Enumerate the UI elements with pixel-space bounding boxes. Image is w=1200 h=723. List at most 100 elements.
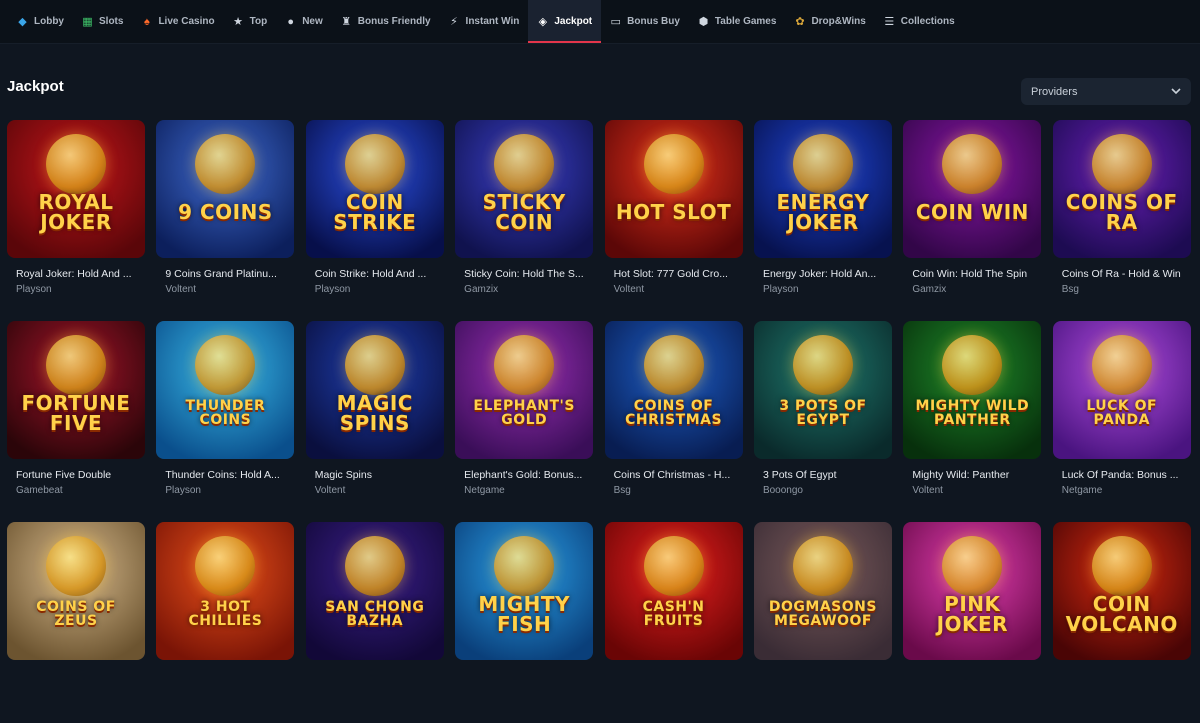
nav-item-drop-wins[interactable]: ✿ Drop&Wins	[785, 0, 874, 43]
game-art-coin	[344, 536, 405, 596]
game-card[interactable]: FORTUNE FIVE Fortune Five Double Gamebeat	[7, 321, 145, 522]
game-thumbnail[interactable]: COINS OF RA	[1052, 120, 1191, 258]
game-thumbnail[interactable]: HOT SLOT	[604, 120, 743, 258]
game-provider: Netgame	[1061, 485, 1103, 496]
game-thumbnail[interactable]: 9 COINS	[156, 120, 295, 258]
game-art-coin	[643, 335, 704, 395]
game-title[interactable]: 3 Pots Of Egypt	[754, 469, 892, 481]
providers-dropdown[interactable]: Providers	[1021, 78, 1191, 105]
game-card[interactable]: MIGHTY FISH	[455, 522, 594, 723]
game-card[interactable]: PINK JOKER	[903, 522, 1042, 723]
game-card[interactable]: MAGIC SPINS Magic Spins Voltent	[305, 321, 444, 522]
nav-item-top[interactable]: ★ Top	[224, 0, 277, 43]
game-card[interactable]: ENERGY JOKER Energy Joker: Hold An... Play…	[753, 120, 892, 321]
game-title[interactable]: Hot Slot: 777 Gold Cro...	[605, 268, 743, 280]
game-thumbnail[interactable]: FORTUNE FIVE	[7, 321, 145, 459]
nav-item-jackpot[interactable]: ◈ Jackpot	[528, 0, 602, 43]
game-logo-text: COIN VOLCANO	[1065, 592, 1178, 636]
game-logo-text: COIN STRIKE	[333, 190, 417, 234]
game-card[interactable]: 3 HOT CHILLIES	[156, 522, 295, 723]
chevron-down-icon	[1171, 86, 1181, 98]
game-card[interactable]: SAN CHONG BAZHA	[305, 522, 444, 723]
nav-item-label: Collections	[900, 16, 955, 27]
game-thumbnail[interactable]: DOGMASONS MEGAWOOF	[753, 522, 892, 660]
game-title[interactable]: Magic Spins	[306, 469, 444, 481]
game-title[interactable]: Royal Joker: Hold And ...	[7, 268, 145, 280]
game-title[interactable]: Mighty Wild: Panther	[903, 469, 1041, 481]
game-title[interactable]: Coins Of Christmas - H...	[605, 469, 743, 481]
game-card[interactable]: ROYAL JOKER Royal Joker: Hold And ... Play…	[7, 120, 145, 321]
game-card[interactable]: THUNDER COINS Thunder Coins: Hold A... Pla…	[156, 321, 295, 522]
game-card[interactable]: COIN STRIKE Coin Strike: Hold And ... Play…	[305, 120, 444, 321]
game-card[interactable]: DOGMASONS MEGAWOOF	[753, 522, 892, 723]
game-card[interactable]: COIN WIN Coin Win: Hold The Spin Gamzix	[903, 120, 1042, 321]
game-provider: Booongo	[762, 485, 803, 496]
game-art-coin	[46, 536, 106, 596]
game-thumbnail[interactable]: COINS OF ZEUS	[7, 522, 145, 660]
game-thumbnail[interactable]: 3 HOT CHILLIES	[156, 522, 295, 660]
nav-item-live-casino[interactable]: ♠ Live Casino	[132, 0, 223, 43]
nav-item-bonus-friendly[interactable]: ♜ Bonus Friendly	[332, 0, 440, 43]
nav-item-bonus-buy[interactable]: ▭ Bonus Buy	[601, 0, 689, 43]
game-provider: Voltent	[314, 485, 346, 496]
game-title[interactable]: Coins Of Ra - Hold & Win	[1053, 268, 1191, 280]
game-thumbnail[interactable]: STICKY COIN	[455, 120, 594, 258]
game-thumbnail[interactable]: CASH'N FRUITS	[604, 522, 743, 660]
game-thumbnail[interactable]: ROYAL JOKER	[7, 120, 145, 258]
nav-item-instant-win[interactable]: ⚡ Instant Win	[440, 0, 529, 43]
game-card[interactable]: COINS OF CHRISTMAS Coins Of Christmas - H…	[604, 321, 743, 522]
game-art-coin	[344, 134, 405, 194]
game-thumbnail[interactable]: COINS OF CHRISTMAS	[604, 321, 743, 459]
game-thumbnail[interactable]: ENERGY JOKER	[753, 120, 892, 258]
game-card[interactable]: LUCK OF PANDA Luck Of Panda: Bonus ... Net…	[1052, 321, 1191, 522]
game-card[interactable]: STICKY COIN Sticky Coin: Hold The S... Gam…	[455, 120, 594, 321]
game-thumbnail[interactable]: PINK JOKER	[903, 522, 1042, 660]
game-thumbnail[interactable]: COIN WIN	[903, 120, 1042, 258]
nav-item-new[interactable]: ● New	[276, 0, 332, 43]
nav-item-lobby[interactable]: ◆ Lobby	[8, 0, 73, 43]
game-thumbnail[interactable]: MIGHTY FISH	[455, 522, 594, 660]
game-card[interactable]: 9 COINS 9 Coins Grand Platinu... Voltent	[156, 120, 295, 321]
game-title[interactable]: Energy Joker: Hold An...	[754, 268, 892, 280]
bonus-icon: ♜	[341, 16, 352, 28]
game-title[interactable]: Luck Of Panda: Bonus ...	[1053, 469, 1191, 481]
game-card[interactable]: COINS OF ZEUS	[7, 522, 145, 723]
game-art-coin	[792, 335, 853, 395]
nav-item-slots[interactable]: ▦ Slots	[73, 0, 132, 43]
game-card[interactable]: ELEPHANT'S GOLD Elephant's Gold: Bonus...…	[455, 321, 594, 522]
game-title[interactable]: Coin Strike: Hold And ...	[306, 268, 444, 280]
game-title[interactable]: Thunder Coins: Hold A...	[156, 469, 294, 481]
game-art-coin	[643, 536, 704, 596]
game-card[interactable]: HOT SLOT Hot Slot: 777 Gold Cro... Voltent	[604, 120, 743, 321]
game-logo-text: MIGHTY WILD PANTHER	[915, 398, 1030, 428]
game-logo-text: ELEPHANT'S GOLD	[473, 398, 575, 428]
game-provider: Playson	[16, 284, 52, 295]
game-card[interactable]: CASH'N FRUITS	[604, 522, 743, 723]
game-logo-text: 3 HOT CHILLIES	[188, 599, 263, 629]
nav-item-label: Table Games	[714, 16, 777, 27]
game-thumbnail[interactable]: MAGIC SPINS	[305, 321, 444, 459]
game-card[interactable]: MIGHTY WILD PANTHER Mighty Wild: Panther V…	[903, 321, 1042, 522]
game-thumbnail[interactable]: LUCK OF PANDA	[1052, 321, 1191, 459]
game-title[interactable]: Sticky Coin: Hold The S...	[455, 268, 593, 280]
game-thumbnail[interactable]: COIN STRIKE	[305, 120, 444, 258]
game-card[interactable]: COINS OF RA Coins Of Ra - Hold & Win Bsg	[1052, 120, 1191, 321]
game-card[interactable]: COIN VOLCANO	[1052, 522, 1191, 723]
game-thumbnail[interactable]: COIN VOLCANO	[1052, 522, 1191, 660]
game-card[interactable]: 3 POTS OF EGYPT 3 Pots Of Egypt Booongo	[753, 321, 892, 522]
game-art-coin	[792, 536, 853, 596]
game-provider: Voltent	[912, 485, 943, 496]
game-provider: Playson	[314, 284, 351, 295]
game-title[interactable]: Fortune Five Double	[7, 469, 145, 481]
game-thumbnail[interactable]: SAN CHONG BAZHA	[305, 522, 444, 660]
nav-item-table-games[interactable]: ⬢ Table Games	[689, 0, 786, 43]
game-thumbnail[interactable]: ELEPHANT'S GOLD	[455, 321, 594, 459]
game-thumbnail[interactable]: MIGHTY WILD PANTHER	[903, 321, 1042, 459]
game-thumbnail[interactable]: THUNDER COINS	[156, 321, 295, 459]
game-title[interactable]: 9 Coins Grand Platinu...	[156, 268, 294, 280]
game-thumbnail[interactable]: 3 POTS OF EGYPT	[753, 321, 892, 459]
dice-icon: ⬢	[698, 16, 709, 28]
game-title[interactable]: Coin Win: Hold The Spin	[903, 268, 1041, 280]
nav-item-collections[interactable]: ☰ Collections	[875, 0, 964, 43]
game-title[interactable]: Elephant's Gold: Bonus...	[455, 469, 593, 481]
